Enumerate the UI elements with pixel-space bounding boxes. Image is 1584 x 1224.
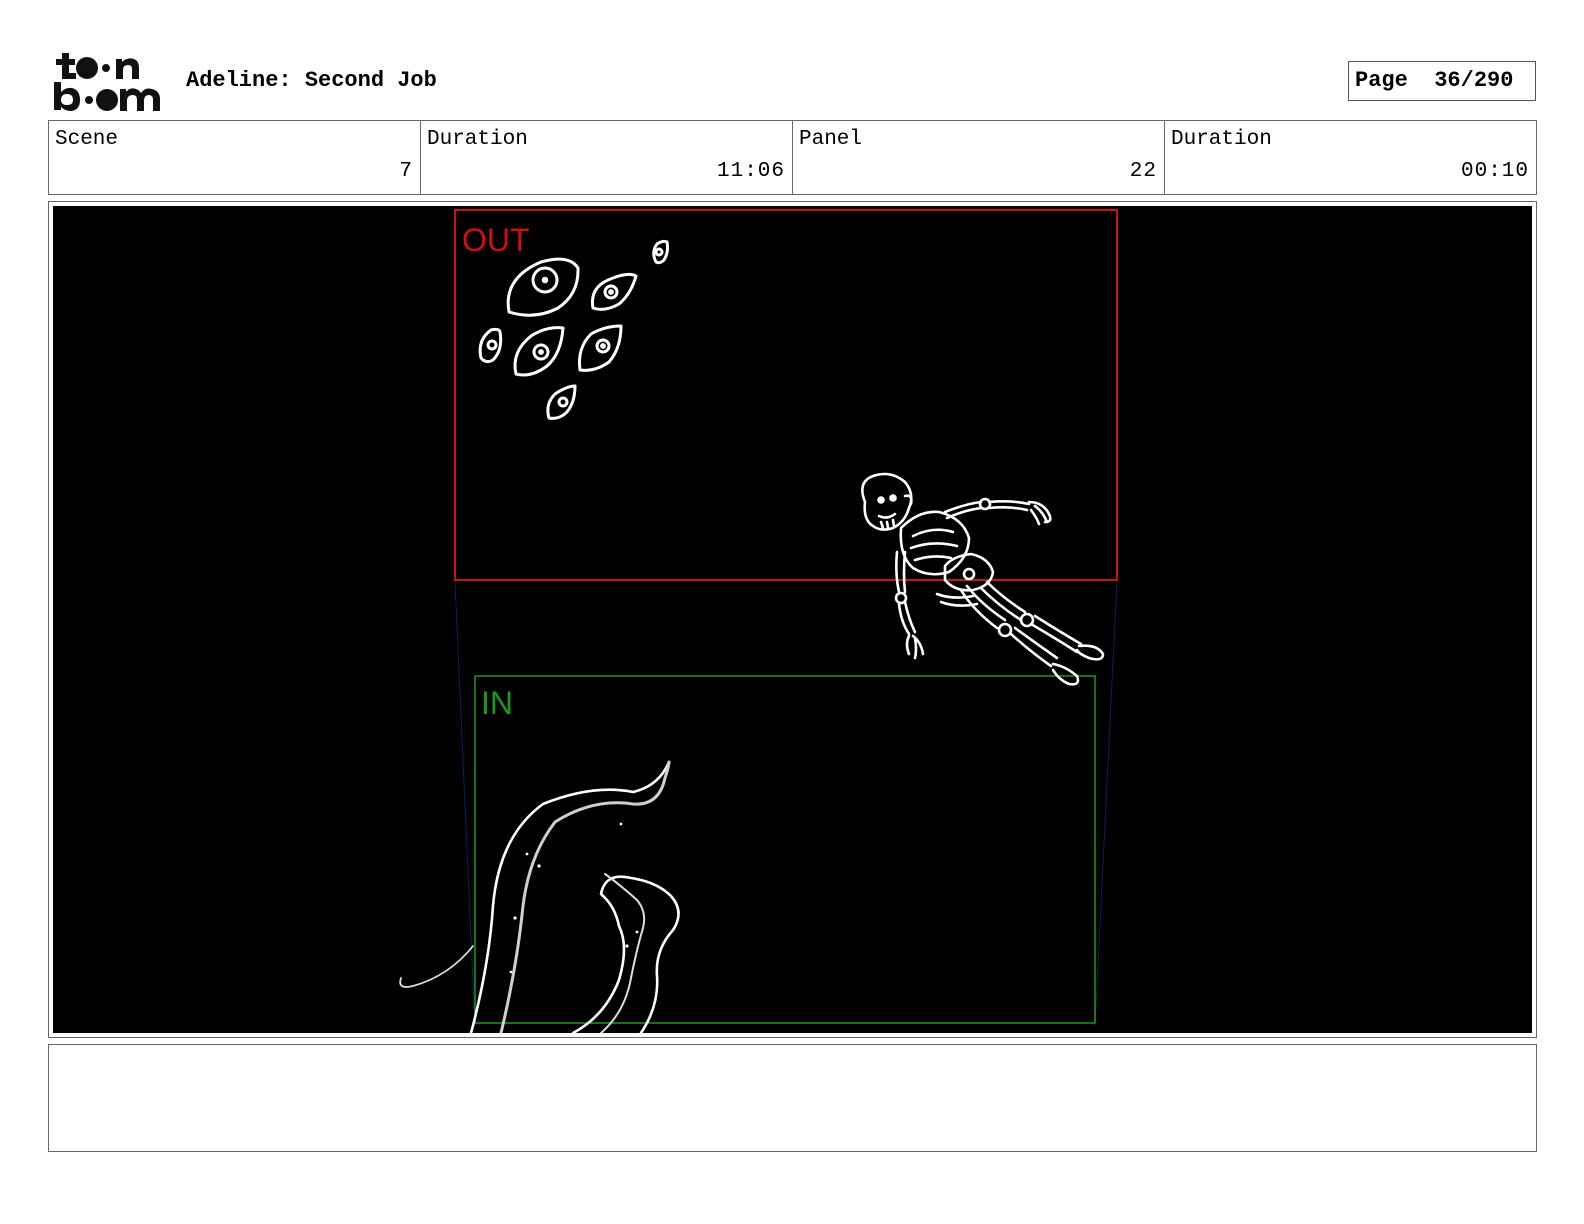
panel-notes-box (48, 1044, 1537, 1152)
page-indicator: Page 36/290 (1348, 61, 1536, 101)
panel-info-table: Scene 7 Duration 11:06 Panel 22 Duration… (48, 120, 1537, 195)
scene-duration-cell: Duration 11:06 (421, 121, 793, 194)
in-camera-frame (474, 675, 1096, 1024)
eyes-cluster-sketch (478, 239, 670, 420)
panel-cell: Panel 22 (793, 121, 1165, 194)
panel-artwork: OUT IN (53, 206, 1532, 1033)
panel-number: 22 (1129, 160, 1157, 183)
panel-duration-cell: Duration 00:10 (1165, 121, 1536, 194)
scene-cell: Scene 7 (49, 121, 421, 194)
page-label: Page (1355, 68, 1408, 93)
camera-path-lines (454, 581, 1118, 1027)
storyboard-frame: OUT IN (48, 201, 1537, 1038)
scene-label: Scene (55, 128, 119, 151)
tentacle-sketch (399, 760, 680, 1033)
in-frame-label: IN (481, 685, 513, 721)
panel-label: Panel (799, 128, 863, 151)
scene-number: 7 (399, 160, 413, 183)
project-title: Adeline: Second Job (186, 68, 437, 93)
scene-duration-label: Duration (427, 128, 528, 151)
scene-duration-value: 11:06 (716, 160, 785, 183)
panel-duration-label: Duration (1171, 128, 1272, 151)
page-number: 36/290 (1434, 68, 1514, 93)
panel-duration-value: 00:10 (1460, 160, 1529, 183)
toonboom-logo (52, 50, 164, 112)
out-frame-label: OUT (462, 222, 530, 258)
